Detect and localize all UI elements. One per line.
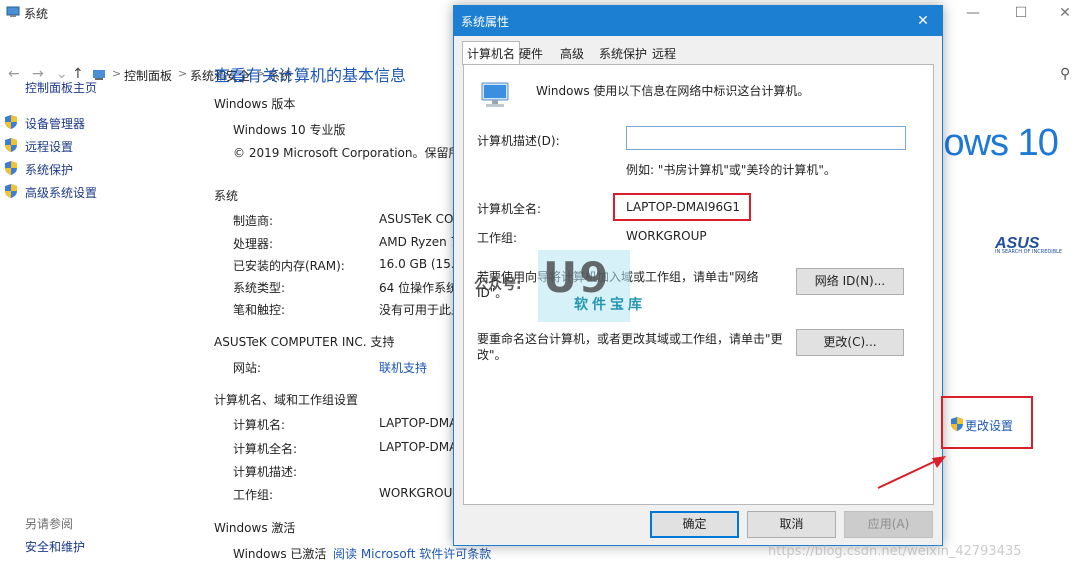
- sidebar-item-advanced-settings[interactable]: 高级系统设置: [25, 184, 97, 201]
- dialog-intro-text: Windows 使用以下信息在网络中标识这台计算机。: [536, 84, 810, 98]
- row-label: 计算机名:: [233, 418, 286, 432]
- row-value: WORKGROUP: [379, 486, 460, 500]
- row-value: LAPTOP-DMA: [379, 416, 458, 430]
- apply-button[interactable]: 应用(A): [844, 511, 933, 538]
- row-value: 64 位操作系统: [379, 281, 459, 295]
- computer-icon: [481, 82, 509, 107]
- sidebar-item-remote-settings[interactable]: 远程设置: [25, 138, 73, 155]
- row-label: 工作组:: [233, 488, 274, 502]
- edition-value: Windows 10 专业版: [233, 123, 346, 137]
- workgroup-value: WORKGROUP: [626, 229, 707, 243]
- row-label: 笔和触控:: [233, 303, 286, 317]
- sidebar-item-system-protection[interactable]: 系统保护: [25, 161, 73, 178]
- see-also-header: 另请参阅: [25, 517, 74, 531]
- row-label: 制造商:: [233, 214, 274, 228]
- description-label: 计算机描述(D):: [477, 134, 560, 148]
- name-settings-header: 计算机名、域和工作组设置: [214, 393, 359, 407]
- maximize-button[interactable]: ☐: [1006, 3, 1036, 23]
- row-value: LAPTOP-DMA: [379, 440, 458, 454]
- breadcrumb-control-panel[interactable]: 控制面板: [124, 67, 172, 84]
- window-title: 系统: [24, 7, 49, 21]
- annotation-arrow: [877, 456, 946, 489]
- tab-system-protection[interactable]: 系统保护: [595, 42, 651, 64]
- rename-text-line1: 要重命名这台计算机，或者更改其域或工作组，请单击"更: [477, 332, 783, 346]
- highlight-full-name: [613, 193, 751, 221]
- row-value: AMD Ryzen 7: [379, 235, 459, 249]
- description-input[interactable]: [626, 126, 906, 150]
- dialog-titlebar: 系统属性 ✕: [454, 6, 942, 36]
- activation-status: Windows 已激活: [233, 547, 327, 561]
- row-value: 没有可用于此显: [379, 303, 464, 317]
- asus-tagline: IN SEARCH OF INCREDIBLE: [995, 249, 1063, 255]
- ok-button[interactable]: 确定: [650, 511, 739, 538]
- system-window-icon: [6, 6, 20, 17]
- windows-10-logo: lows 10: [936, 122, 1059, 164]
- shield-icon: [5, 161, 17, 175]
- system-header: 系统: [214, 189, 239, 203]
- shield-icon: [5, 138, 17, 152]
- watermark-label: 公众号:: [474, 277, 522, 293]
- network-id-button[interactable]: 网络 ID(N)...: [796, 268, 904, 295]
- workgroup-label: 工作组:: [477, 231, 518, 245]
- shield-icon: [5, 115, 17, 129]
- description-example: 例如: "书房计算机"或"美玲的计算机"。: [626, 163, 836, 177]
- dialog-title: 系统属性: [461, 15, 510, 29]
- tab-advanced[interactable]: 高级: [556, 42, 588, 64]
- row-label: 计算机描述:: [233, 465, 298, 479]
- edition-header: Windows 版本: [214, 97, 296, 111]
- copyright-text: © 2019 Microsoft Corporation。保留所有: [233, 146, 473, 160]
- breadcrumb-separator: >: [112, 67, 122, 80]
- license-terms-link[interactable]: 阅读 Microsoft 软件许可条款: [333, 545, 491, 562]
- minimize-button[interactable]: —: [958, 3, 988, 23]
- row-label: 计算机全名:: [233, 442, 298, 456]
- highlight-change-settings: [941, 396, 1033, 449]
- rename-text-line2: 改"。: [477, 348, 507, 362]
- breadcrumb-separator: >: [178, 67, 188, 80]
- security-maintenance-link[interactable]: 安全和维护: [25, 538, 85, 555]
- online-support-link[interactable]: 联机支持: [379, 359, 427, 376]
- tab-computer-name[interactable]: 计算机名: [462, 41, 521, 65]
- support-header: ASUSTeK COMPUTER INC. 支持: [214, 335, 395, 349]
- row-label: 已安装的内存(RAM):: [233, 259, 345, 273]
- row-label: 处理器:: [233, 237, 274, 251]
- row-label: 网站:: [233, 361, 262, 375]
- watermark-brand: 软件宝库: [574, 297, 646, 313]
- tab-remote[interactable]: 远程: [648, 42, 680, 64]
- tab-hardware[interactable]: 硬件: [515, 42, 547, 64]
- row-value: ASUSTeK CO: [379, 212, 454, 226]
- full-name-label: 计算机全名:: [477, 202, 542, 216]
- page-title: 查看有关计算机的基本信息: [214, 66, 407, 85]
- change-button[interactable]: 更改(C)...: [796, 329, 904, 356]
- cancel-button[interactable]: 取消: [747, 511, 836, 538]
- row-label: 系统类型:: [233, 281, 286, 295]
- row-value: 16.0 GB (15.4: [379, 257, 463, 271]
- sidebar-home-link[interactable]: 控制面板主页: [25, 79, 97, 96]
- shield-icon: [5, 184, 17, 198]
- activation-header: Windows 激活: [214, 521, 296, 535]
- sidebar-item-device-manager[interactable]: 设备管理器: [25, 115, 85, 132]
- csdn-watermark: https://blog.csdn.net/weixin_42793435: [768, 544, 1022, 559]
- dialog-close-button[interactable]: ✕: [910, 10, 936, 32]
- back-arrow-icon[interactable]: ←: [8, 66, 20, 82]
- close-button[interactable]: ✕: [1050, 3, 1080, 23]
- search-icon[interactable]: ⚲: [1060, 66, 1070, 82]
